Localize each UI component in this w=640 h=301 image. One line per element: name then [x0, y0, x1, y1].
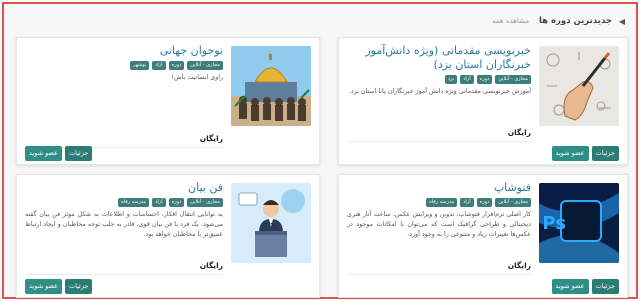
course-price: رایگان [347, 261, 531, 275]
course-description: راوی انسانیت باش! [171, 74, 223, 81]
course-title[interactable]: نوجوان جهانی [25, 44, 223, 58]
course-tags: مجازی - آنلاین دوره آزاد مدرسه رفاه [347, 198, 531, 207]
course-thumbnail[interactable] [539, 46, 619, 126]
course-tags: مجازی - آنلاین دوره آزاد بوشهر [25, 61, 223, 70]
section-bullet-icon: ◀ [618, 16, 626, 26]
enroll-button[interactable]: عضو شوید [25, 146, 62, 161]
course-title[interactable]: فن بیان [25, 181, 223, 195]
course-card: نوجوان جهانی مجازی - آنلاین دوره آزاد بو… [16, 37, 320, 165]
course-tag: دوره [168, 61, 185, 70]
course-tag: یزد [444, 75, 458, 84]
details-button[interactable]: جزئیات [64, 279, 93, 294]
course-actions: جزئیات عضو شوید [551, 279, 619, 294]
course-tag: بوشهر [129, 61, 150, 70]
svg-text:Ps: Ps [542, 213, 566, 234]
course-description: به توانایی انتقال افکار، احساسات و اطلاع… [25, 211, 223, 238]
course-tag: مجازی - آنلاین [495, 198, 531, 207]
course-description: کار اصلی نرم‌افزار فتوشاپ، تدوین و ویرای… [347, 211, 531, 238]
details-button[interactable]: جزئیات [591, 279, 619, 294]
enroll-button[interactable]: عضو شوید [551, 146, 589, 161]
page-frame: ◀ جدیدترین دوره ها مشاهده همه خبرنویسی م… [2, 2, 638, 299]
course-content: نوجوان جهانی مجازی - آنلاین دوره آزاد بو… [25, 44, 223, 83]
course-card: Ps فتوشاپ مجازی - آنلاین دوره آزاد مدرسه… [338, 174, 628, 298]
mosque-people-icon [231, 46, 311, 126]
course-card: خبرنویسی مقدماتی (ویژه دانش‌آموز خبرنگار… [338, 37, 628, 165]
details-button[interactable]: جزئیات [591, 146, 619, 161]
course-actions: جزئیات عضو شوید [551, 146, 619, 161]
course-tag: دوره [168, 198, 185, 207]
course-price: رایگان [25, 261, 223, 275]
course-tag: مجازی - آنلاین [495, 75, 531, 84]
course-tags: مجازی - آنلاین دوره آزاد مدرسه رفاه [25, 198, 223, 207]
course-tag: آزاد [460, 75, 474, 84]
course-description: آموزش خبرنویسی مقدماتی ویژه دانش آموز خب… [348, 88, 531, 95]
course-tag: آزاد [152, 61, 166, 70]
course-thumbnail[interactable]: Ps [539, 183, 619, 263]
course-actions: جزئیات عضو شوید [25, 279, 93, 294]
course-actions: جزئیات عضو شوید [25, 146, 93, 161]
course-title[interactable]: خبرنویسی مقدماتی (ویژه دانش‌آموز خبرنگار… [347, 44, 531, 72]
course-tags: مجازی - آنلاین دوره آزاد یزد [347, 75, 531, 84]
course-price: رایگان [347, 128, 531, 142]
course-tag: مجازی - آنلاین [187, 61, 223, 70]
course-thumbnail[interactable] [231, 46, 311, 126]
see-all-link[interactable]: مشاهده همه [492, 17, 529, 25]
course-thumbnail[interactable] [231, 183, 311, 263]
section-header: ◀ جدیدترین دوره ها مشاهده همه [14, 13, 626, 29]
speaker-podium-icon [231, 183, 311, 263]
course-tag: آزاد [152, 198, 166, 207]
course-tag: دوره [476, 75, 493, 84]
enroll-button[interactable]: عضو شوید [551, 279, 589, 294]
section-title: جدیدترین دوره ها [538, 16, 612, 26]
course-content: فتوشاپ مجازی - آنلاین دوره آزاد مدرسه رف… [347, 181, 531, 240]
course-tag: آزاد [460, 198, 474, 207]
course-tag: مدرسه رفاه [426, 198, 458, 207]
course-tag: مجازی - آنلاین [187, 198, 223, 207]
course-title[interactable]: فتوشاپ [347, 181, 531, 195]
course-tag: مدرسه رفاه [118, 198, 150, 207]
enroll-button[interactable]: عضو شوید [25, 279, 62, 294]
details-button[interactable]: جزئیات [64, 146, 93, 161]
course-content: فن بیان مجازی - آنلاین دوره آزاد مدرسه ر… [25, 181, 223, 240]
course-tag: دوره [476, 198, 493, 207]
course-card: فن بیان مجازی - آنلاین دوره آزاد مدرسه ر… [16, 174, 320, 298]
photoshop-logo-icon: Ps [539, 183, 619, 263]
hand-writing-icon [539, 46, 619, 126]
course-content: خبرنویسی مقدماتی (ویژه دانش‌آموز خبرنگار… [347, 44, 531, 97]
